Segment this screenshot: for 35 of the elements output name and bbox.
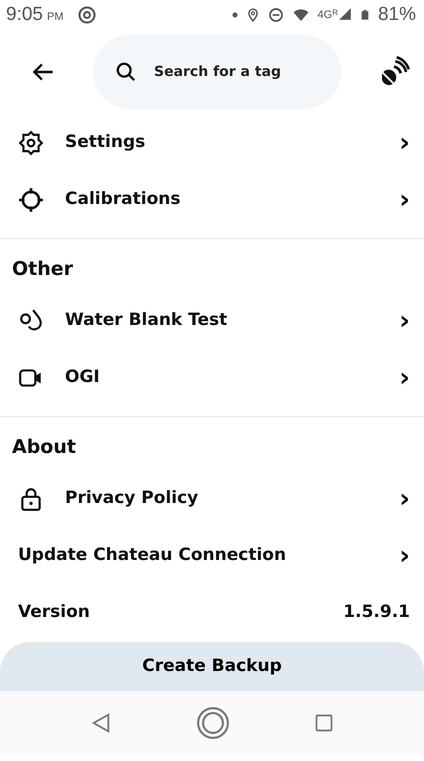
home-circle-icon[interactable] [196,706,230,740]
search-field[interactable]: Search for a tag [93,35,341,109]
menu-item[interactable]: Settings [65,130,146,156]
do-not-disturb-icon [268,7,284,23]
droplets-icon [18,308,44,334]
version-number: 1.5.9.1 [343,600,410,624]
version-label: Version [18,600,90,624]
menu-item[interactable]: OGI [65,364,100,390]
section-heading: About [11,435,77,460]
dot-icon [232,12,238,18]
wifi-icon [292,7,310,23]
chevron-icon: › [399,542,410,568]
gear-icon [18,130,44,156]
chevron-icon: › [399,186,410,212]
clock-time: 9:05 [6,2,43,27]
back-triangle-icon[interactable] [90,712,112,734]
signal-icon [338,6,352,21]
network-type: 4G [318,8,332,23]
chevron-icon: › [399,486,410,512]
location-icon [246,7,260,23]
menu-item[interactable]: Calibrations [65,186,180,212]
create-backup-button[interactable]: Create Backup [0,642,424,691]
search-icon [115,61,137,83]
crosshair-icon [18,186,44,212]
menu-item[interactable]: Water Blank Test [65,308,228,334]
clock-meridiem: PM [46,10,64,25]
battery-level: 81% [378,2,416,27]
recents-square-icon[interactable] [314,713,334,733]
chevron-icon: › [399,130,410,156]
menu-item[interactable]: Update Chateau Connection [18,542,286,568]
chevron-icon: › [399,364,410,390]
menu-item[interactable]: Privacy Policy [65,486,198,512]
section-heading: Other [11,257,74,282]
roaming-indicator: R [332,6,338,19]
chevron-icon: › [399,308,410,334]
